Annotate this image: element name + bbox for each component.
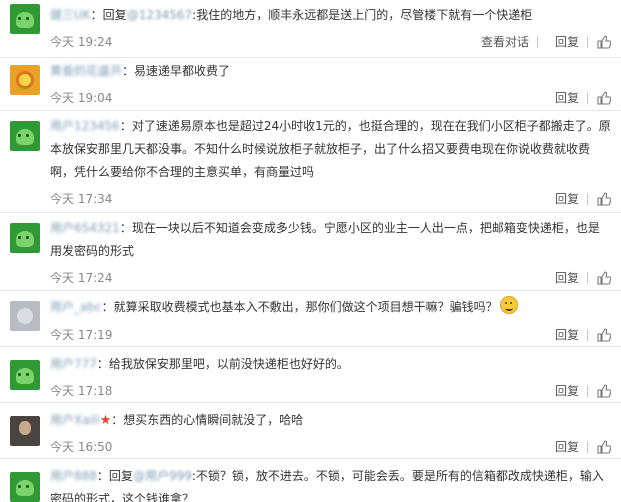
comment-meta: 今天 16:50 回复 [50, 437, 611, 457]
comment-text: 想买东西的心情瞬间就没了，哈哈 [123, 413, 304, 427]
divider [587, 193, 588, 205]
thumbs-up-icon[interactable] [597, 35, 611, 49]
comment-actions: 回复 [491, 88, 611, 108]
reply-button[interactable]: 回复 [555, 325, 579, 345]
reply-button[interactable]: 回复 [555, 189, 579, 209]
username-link[interactable]: 健三UK [50, 8, 91, 22]
comment-actions: 回复 [491, 268, 611, 288]
comment-item: 用户654321：现在一块以后不知道会变成多少钱。宁愿小区的业主一人出一点，把邮… [0, 213, 621, 291]
comment-text: 就算采取收费模式也基本入不敷出，那你们做这个项目想干嘛？骗钱吗？ [113, 300, 498, 314]
avatar[interactable] [10, 360, 40, 390]
thumbs-up-icon[interactable] [597, 328, 611, 342]
comment-actions: 查看对话 回复 [411, 32, 611, 52]
comment-text: 易速递早都收费了 [134, 64, 231, 78]
comment-item: 健三UK：回复@1234567:我住的地方，顺丰永远都是送上门的，尽管楼下就有一… [0, 0, 621, 58]
username-link[interactable]: 用户888 [50, 469, 97, 483]
avatar[interactable] [10, 121, 40, 151]
thumbs-up-icon[interactable] [597, 384, 611, 398]
avatar[interactable] [10, 416, 40, 446]
reply-button[interactable]: 回复 [555, 381, 579, 401]
comment-item: 用户123456：对了速递易原本也是超过24小时收1元的，也挺合理的，现在在我们… [0, 111, 621, 213]
username-link[interactable]: 用户123456 [50, 119, 120, 133]
divider [587, 92, 588, 104]
comment-text: 我住的地方，顺丰永远都是送上门的，尽管楼下就有一个快递柜 [196, 8, 533, 22]
avatar[interactable] [10, 65, 40, 95]
star-badge-icon: ★ [99, 413, 112, 428]
comment-actions: 回复 [491, 437, 611, 457]
divider [587, 36, 588, 48]
avatar[interactable] [10, 472, 40, 502]
username-link[interactable]: 用户777 [50, 357, 97, 371]
divider [587, 272, 588, 284]
avatar[interactable] [10, 4, 40, 34]
timestamp: 今天 17:24 [50, 271, 113, 285]
mention-link[interactable]: @1234567 [127, 8, 192, 22]
username-link[interactable]: 黄昏的花盛开 [50, 64, 122, 78]
timestamp: 今天 19:24 [50, 35, 113, 49]
comment-text: 现在一块以后不知道会变成多少钱。宁愿小区的业主一人出一点，把邮箱变快递柜，也是用… [50, 221, 600, 258]
comment-body: 用户654321：现在一块以后不知道会变成多少钱。宁愿小区的业主一人出一点，把邮… [50, 221, 600, 258]
comment-item: 黄昏的花盛开：易速递早都收费了 今天 19:04 回复 [0, 58, 621, 111]
comment-actions: 回复 [491, 325, 611, 345]
avatar[interactable] [10, 223, 40, 253]
comment-actions: 回复 [491, 381, 611, 401]
mention-link[interactable]: @用户999 [133, 469, 192, 483]
comment-body: 用户_abc：就算采取收费模式也基本入不敷出，那你们做这个项目想干嘛？骗钱吗？ [50, 296, 611, 319]
thumbs-up-icon[interactable] [597, 271, 611, 285]
comment-body: 用户123456：对了速递易原本也是超过24小时收1元的，也挺合理的，现在在我们… [50, 119, 611, 179]
thumbs-up-icon[interactable] [597, 91, 611, 105]
divider [587, 329, 588, 341]
comment-body: 黄昏的花盛开：易速递早都收费了 [50, 64, 231, 78]
reply-button[interactable]: 回复 [555, 88, 579, 108]
avatar[interactable] [10, 301, 40, 331]
comment-body: 健三UK：回复@1234567:我住的地方，顺丰永远都是送上门的，尽管楼下就有一… [50, 8, 533, 22]
comment-meta: 今天 17:24 回复 [50, 268, 611, 288]
timestamp: 今天 17:34 [50, 192, 113, 206]
comment-body: 用户888：回复@用户999:不锁？锁，放不进去。不锁，可能会丢。要是所有的信箱… [50, 465, 611, 502]
divider [587, 441, 588, 453]
username-link[interactable]: 用户Xaili [50, 413, 100, 427]
comment-actions: 回复 [491, 189, 611, 209]
thumbs-up-icon[interactable] [597, 192, 611, 206]
username-link[interactable]: 用户654321 [50, 221, 120, 235]
reply-button[interactable]: 回复 [555, 437, 579, 457]
comment-text: 对了速递易原本也是超过24小时收1元的，也挺合理的，现在在我们小区柜子都搬走了。… [50, 119, 611, 179]
divider [537, 36, 538, 48]
comment-meta: 今天 19:04 回复 [50, 88, 611, 108]
timestamp: 今天 19:04 [50, 91, 113, 105]
timestamp: 今天 17:19 [50, 328, 113, 342]
thumbs-up-icon[interactable] [597, 440, 611, 454]
comment-item: 用户888：回复@用户999:不锁？锁，放不进去。不锁，可能会丢。要是所有的信箱… [0, 459, 621, 502]
timestamp: 今天 17:18 [50, 384, 113, 398]
comment-meta: 今天 17:34 回复 [50, 189, 611, 209]
comment-item: 用户Xaili★：想买东西的心情瞬间就没了，哈哈 今天 16:50 回复 [0, 403, 621, 459]
reply-button[interactable]: 回复 [555, 268, 579, 288]
comment-body: 用户Xaili★：想买东西的心情瞬间就没了，哈哈 [50, 413, 304, 428]
timestamp: 今天 16:50 [50, 440, 113, 454]
comment-body: 用户777：给我放保安那里吧，以前没快递柜也好好的。 [50, 357, 349, 371]
comment-meta: 今天 17:19 回复 [50, 325, 611, 345]
divider [587, 385, 588, 397]
username-link[interactable]: 用户_abc [50, 300, 102, 314]
comment-meta: 今天 19:24 查看对话 回复 [50, 32, 611, 52]
comment-item: 用户777：给我放保安那里吧，以前没快递柜也好好的。 今天 17:18 回复 [0, 347, 621, 403]
comment-meta: 今天 17:18 回复 [50, 381, 611, 401]
reply-button[interactable]: 回复 [555, 32, 579, 52]
comment-text: 给我放保安那里吧，以前没快递柜也好好的。 [108, 357, 349, 371]
grin-emoji-icon [499, 296, 518, 314]
comment-item: 用户_abc：就算采取收费模式也基本入不敷出，那你们做这个项目想干嘛？骗钱吗？ … [0, 291, 621, 347]
view-conversation-link[interactable]: 查看对话 [481, 32, 529, 52]
